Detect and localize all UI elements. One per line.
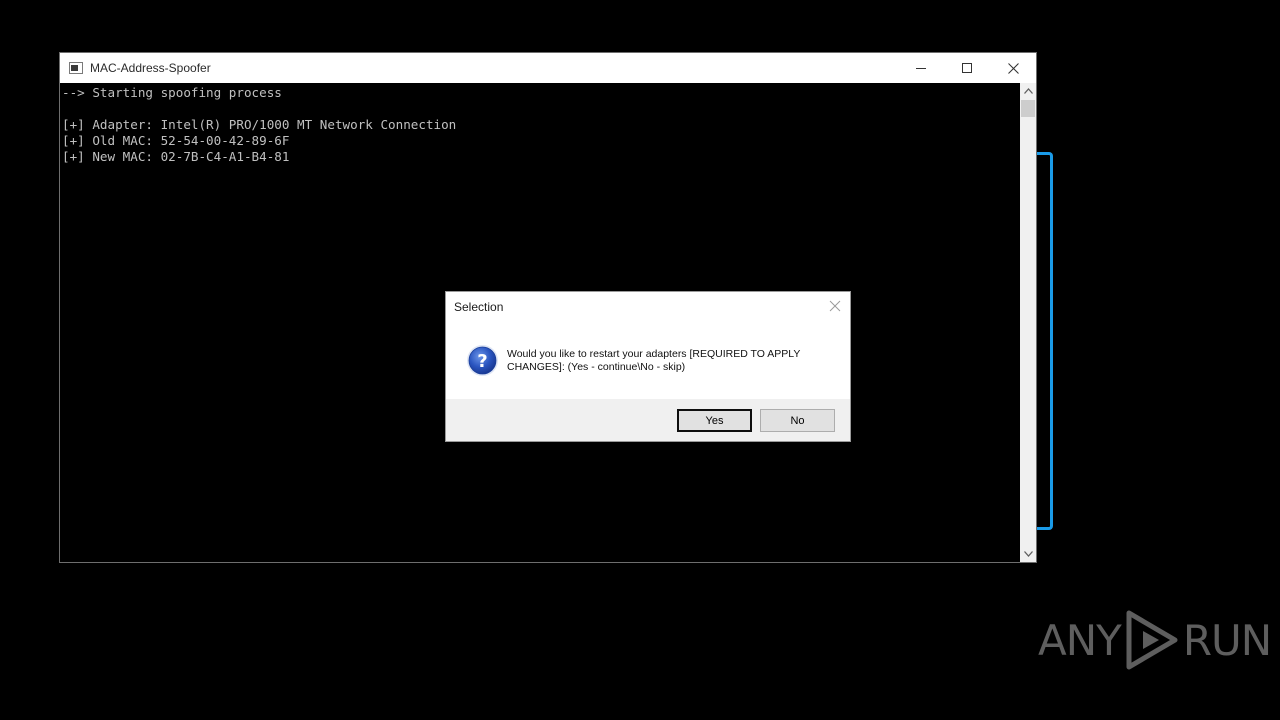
console-text: --> Starting spoofing process [+] Adapte… [60, 83, 1020, 165]
window-title: MAC-Address-Spoofer [90, 61, 211, 75]
scroll-up-button[interactable] [1020, 83, 1036, 99]
console-line: [+] New MAC: 02-7B-C4-A1-B4-81 [62, 149, 290, 164]
play-logo-icon [1126, 610, 1178, 670]
close-button[interactable] [990, 53, 1036, 83]
window-controls [898, 53, 1036, 83]
minimize-icon [916, 68, 926, 69]
chevron-up-icon [1023, 88, 1033, 94]
dialog-message-line: Would you like to restart your adapters … [507, 348, 801, 360]
title-bar[interactable]: MAC-Address-Spoofer [60, 53, 1036, 83]
dialog-message: Would you like to restart your adapters … [507, 348, 837, 374]
maximize-icon [962, 63, 972, 73]
watermark-text-right: RUN [1182, 615, 1272, 665]
close-icon[interactable] [828, 299, 842, 313]
dialog-title: Selection [454, 300, 504, 314]
yes-button[interactable]: Yes [677, 409, 752, 432]
dialog-message-line: CHANGES]: (Yes - continue\No - skip) [507, 361, 686, 373]
maximize-button[interactable] [944, 53, 990, 83]
desktop: MAC-Address-Spoofer --> Starting spoofin… [0, 0, 1280, 720]
selection-dialog: Selection ? Would you like to restart yo… [445, 291, 851, 442]
svg-text:?: ? [477, 351, 487, 372]
scroll-down-button[interactable] [1020, 546, 1036, 562]
anyrun-watermark: ANY RUN [1038, 608, 1272, 672]
console-app-icon [69, 62, 83, 74]
console-line: [+] Adapter: Intel(R) PRO/1000 MT Networ… [62, 117, 457, 132]
console-line: [+] Old MAC: 52-54-00-42-89-6F [62, 133, 290, 148]
close-icon [1007, 62, 1019, 74]
watermark-text-left: ANY [1038, 615, 1122, 665]
minimize-button[interactable] [898, 53, 944, 83]
dialog-button-bar: Yes No [446, 399, 850, 441]
chevron-down-icon [1023, 551, 1033, 557]
question-icon: ? [467, 345, 498, 376]
no-button[interactable]: No [760, 409, 835, 432]
vertical-scrollbar[interactable] [1020, 83, 1036, 562]
console-line: --> Starting spoofing process [62, 85, 282, 100]
scroll-thumb[interactable] [1021, 100, 1035, 117]
